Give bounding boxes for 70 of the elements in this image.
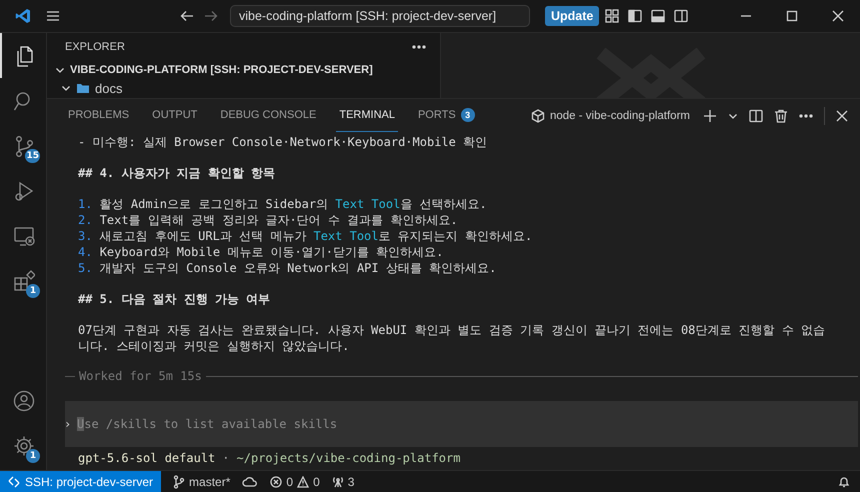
- count-badge: 1: [26, 449, 40, 463]
- count-badge: 15: [25, 149, 40, 163]
- branch-indicator[interactable]: master*: [173, 474, 230, 488]
- activity-bar-item[interactable]: 1: [0, 423, 46, 468]
- monitor-icon: [13, 224, 35, 246]
- close-icon[interactable]: [836, 110, 848, 122]
- split-icon[interactable]: [749, 108, 763, 122]
- back-arrow-icon[interactable]: [180, 10, 194, 22]
- folder-name: docs: [95, 80, 122, 96]
- panel-tab[interactable]: OUTPUT: [149, 99, 200, 132]
- secondary-sidebar-icon[interactable]: [674, 9, 688, 23]
- maximize-icon[interactable]: [786, 10, 798, 22]
- folder-name: VIBE-CODING-PLATFORM [SSH: PROJECT-DEV-SERVER]: [70, 64, 373, 76]
- separator-dot: ·: [222, 450, 230, 466]
- trash-icon[interactable]: [774, 108, 788, 122]
- warning-icon: [297, 476, 310, 488]
- count-badge: 3: [460, 108, 475, 122]
- terminal-heading: ## 4. 사용자가 지금 확인할 항목: [78, 165, 276, 181]
- list-item: 5. 개발자 도구의 Console 오류와 Network의 API 상태를 확인하세요.: [78, 260, 498, 276]
- folder-icon: [76, 82, 90, 94]
- prompt-chevron: ›: [64, 416, 72, 432]
- terminal-name: node - vibe-coding-platform: [550, 110, 690, 122]
- list-item: 1. 활성 Admin으로 로그인하고 Sidebar의 Text Tool을 선택하세요.: [78, 196, 488, 212]
- more-icon[interactable]: [412, 45, 426, 49]
- terminal-selector[interactable]: node - vibe-coding-platform: [531, 108, 690, 122]
- folder-row[interactable]: VIBE-CODING-PLATFORM [SSH: PROJECT-DEV-SERVER]: [47, 61, 440, 79]
- count-badge: 1: [26, 284, 40, 298]
- remote-icon: [8, 476, 20, 488]
- forward-arrow-icon[interactable]: [204, 10, 218, 22]
- panel-tab[interactable]: DEBUG CONSOLE: [217, 99, 320, 132]
- antenna-icon: [332, 476, 344, 488]
- sidebar-title: EXPLORER: [65, 41, 125, 53]
- elapsed-time-text: Worked for 5m 15s: [79, 368, 202, 384]
- working-directory: ~/projects/vibe-coding-platform: [236, 450, 460, 466]
- activity-bar-item[interactable]: 15: [0, 123, 46, 168]
- list-item: 4. Keyboard와 Mobile 메뉴로 이동·열기·닫기를 확인하세요.: [78, 244, 444, 260]
- sidebar-toggle-icon[interactable]: [628, 9, 642, 23]
- input-placeholder: Use /skills to list available skills: [77, 416, 338, 432]
- blocks-icon: [13, 270, 35, 292]
- menu-icon[interactable]: [46, 10, 60, 22]
- update-button[interactable]: Update: [545, 6, 600, 26]
- plus-icon[interactable]: [703, 108, 717, 122]
- command-center-field[interactable]: vibe-coding-platform [SSH: project-dev-server]: [230, 5, 530, 27]
- terminal-heading: ## 5. 다음 절차 진행 가능 여부: [78, 291, 272, 307]
- bell-icon[interactable]: [838, 476, 850, 488]
- branch-icon: [173, 474, 186, 488]
- cube-icon: [531, 108, 545, 122]
- panel-toggle-icon[interactable]: [651, 9, 666, 23]
- list-item: 3. 새로고침 후에도 URL과 선택 메뉴가 Text Tool로 유지되는지 확인하세요.: [78, 228, 534, 244]
- app-logo-icon: [15, 8, 31, 24]
- folder-row[interactable]: docs: [47, 79, 440, 97]
- account-icon: [13, 390, 35, 412]
- list-item: 2. Text를 입력해 공백 정리와 글자·단어 수 결과를 확인하세요.: [78, 212, 459, 228]
- panel-tab[interactable]: TERMINAL: [336, 99, 398, 132]
- activity-bar-item[interactable]: 1: [0, 258, 46, 303]
- close-icon[interactable]: [832, 10, 844, 22]
- model-name: gpt-5.6-sol default: [78, 450, 216, 466]
- problems-indicator[interactable]: 0 0: [270, 474, 320, 488]
- play-bug-icon: [13, 180, 35, 202]
- error-icon: [270, 476, 282, 488]
- terminal-text: 07단계 구현과 자동 검사는 완료됐습니다. 사용자 WebUI 확인과 별도 검증 기록 갱신이 끝나기 전에는 08단계로 진행할 수 없습니다. 스테이징과 커밋은 실행하지 않았습니다.: [78, 322, 826, 354]
- panel-tab[interactable]: PORTS 3: [414, 99, 478, 132]
- settings-icon: [13, 434, 35, 456]
- ports-indicator[interactable]: 3: [332, 474, 354, 488]
- panel-tab[interactable]: PROBLEMS: [65, 99, 132, 132]
- terminal-text: - 미수행: 실제 Browser Console·Network·Keyboard·Mobile 확인: [78, 134, 488, 150]
- prompt-input-field[interactable]: › Use /skills to list available skills: [65, 401, 858, 447]
- layout-icon[interactable]: [605, 9, 620, 23]
- more-icon[interactable]: [799, 114, 813, 118]
- remote-indicator[interactable]: SSH: project-dev-server: [0, 470, 162, 492]
